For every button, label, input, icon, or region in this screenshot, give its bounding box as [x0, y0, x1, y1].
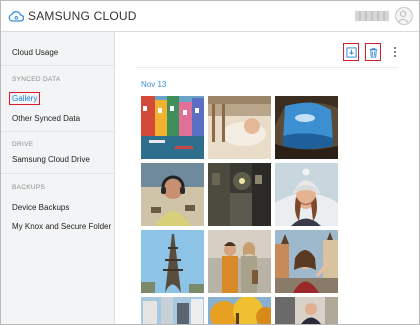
sidebar-heading-drive: DRIVE: [12, 141, 34, 148]
sidebar-item-gallery[interactable]: Gallery: [9, 92, 41, 105]
sidebar-item-knox-secure-folder[interactable]: My Knox and Secure Folder: [12, 222, 111, 231]
photo-thumbnail[interactable]: [275, 297, 338, 324]
photo-thumbnail[interactable]: [208, 96, 271, 159]
sidebar-item-device-backups[interactable]: Device Backups: [12, 203, 69, 212]
app-window: SAMSUNG CLOUD Cloud Usage SYNCED DATA Ga…: [0, 0, 420, 325]
app-title: SAMSUNG CLOUD: [28, 9, 137, 23]
sidebar-item-samsung-cloud-drive[interactable]: Samsung Cloud Drive: [12, 155, 90, 164]
photo-thumbnail[interactable]: [141, 163, 204, 226]
photo-thumbnail[interactable]: [275, 96, 338, 159]
download-button[interactable]: [343, 43, 359, 61]
photo-thumbnail[interactable]: [208, 163, 271, 226]
top-header: SAMSUNG CLOUD: [1, 1, 419, 32]
photo-thumbnail[interactable]: [275, 163, 338, 226]
sidebar-item-cloud-usage[interactable]: Cloud Usage: [12, 48, 58, 57]
photo-thumbnail[interactable]: [208, 297, 271, 324]
sidebar-heading-synced-data: SYNCED DATA: [12, 76, 61, 83]
sidebar-heading-backups: BACKUPS: [12, 184, 46, 191]
sidebar: Cloud Usage SYNCED DATA Gallery Other Sy…: [1, 32, 115, 324]
toolbar-divider: [136, 67, 398, 68]
date-group-label: Nov 13: [141, 80, 167, 89]
photo-thumbnail[interactable]: [275, 230, 338, 293]
trash-icon: [369, 47, 377, 58]
cloud-icon: [8, 11, 24, 22]
photo-thumbnail[interactable]: [141, 297, 204, 324]
photo-thumbnail[interactable]: [141, 230, 204, 293]
account-name-blurred[interactable]: [355, 11, 389, 21]
sidebar-divider: [1, 131, 115, 132]
photo-thumbnail[interactable]: [141, 96, 204, 159]
account-avatar-icon[interactable]: [395, 7, 413, 25]
delete-button[interactable]: [365, 43, 381, 61]
sidebar-divider: [1, 173, 115, 174]
main-content: Nov 13: [116, 32, 419, 324]
sidebar-divider: [1, 65, 115, 66]
sidebar-item-other-synced-data[interactable]: Other Synced Data: [12, 114, 80, 123]
download-icon: [345, 46, 357, 58]
photo-thumbnail[interactable]: [208, 230, 271, 293]
more-vertical-icon[interactable]: [393, 46, 397, 58]
